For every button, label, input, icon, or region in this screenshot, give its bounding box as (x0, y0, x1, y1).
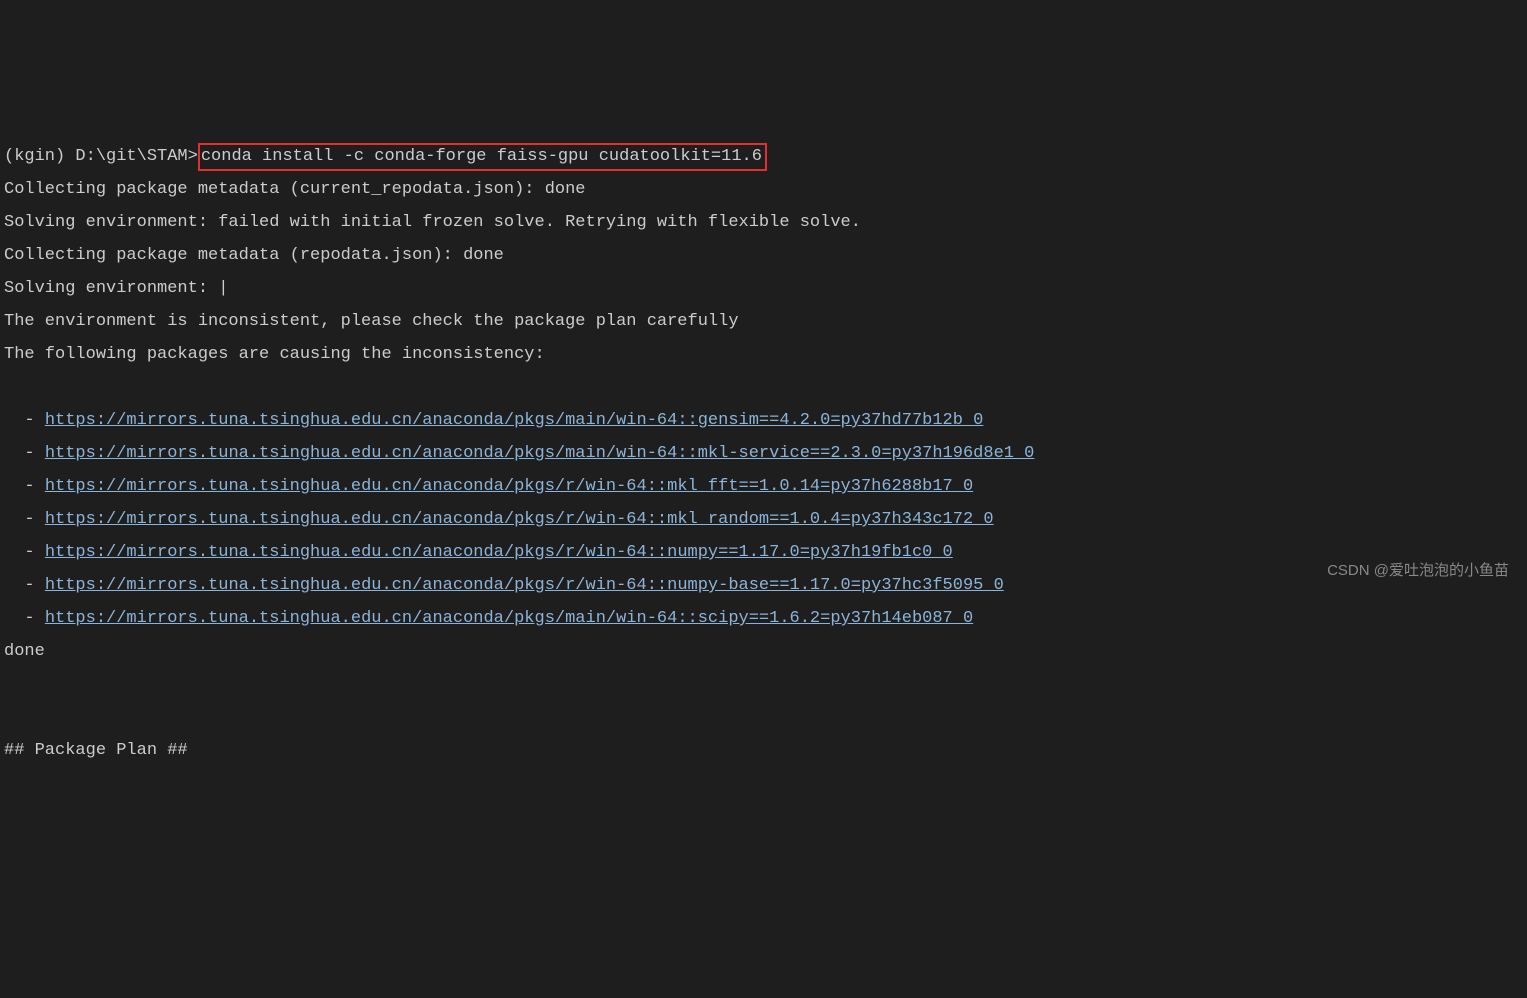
blank-line (4, 701, 1523, 734)
output-line: Solving environment: failed with initial… (4, 206, 1523, 239)
package-item: - https://mirrors.tuna.tsinghua.edu.cn/a… (4, 404, 1523, 437)
bullet: - (4, 411, 45, 430)
package-plan-header: ## Package Plan ## (4, 734, 1523, 767)
output-line: Collecting package metadata (current_rep… (4, 173, 1523, 206)
package-link[interactable]: https://mirrors.tuna.tsinghua.edu.cn/ana… (45, 477, 973, 496)
output-line: done (4, 635, 1523, 668)
shell-prompt: (kgin) D:\git\STAM> (4, 147, 198, 166)
package-link[interactable]: https://mirrors.tuna.tsinghua.edu.cn/ana… (45, 609, 973, 628)
package-item: - https://mirrors.tuna.tsinghua.edu.cn/a… (4, 569, 1523, 602)
output-line: The following packages are causing the i… (4, 338, 1523, 371)
package-item: - https://mirrors.tuna.tsinghua.edu.cn/a… (4, 536, 1523, 569)
package-item: - https://mirrors.tuna.tsinghua.edu.cn/a… (4, 503, 1523, 536)
bullet: - (4, 576, 45, 595)
output-line: Solving environment: | (4, 272, 1523, 305)
bullet: - (4, 444, 45, 463)
bullet: - (4, 609, 45, 628)
command-line: (kgin) D:\git\STAM>conda install -c cond… (4, 140, 1523, 173)
watermark: CSDN @爱吐泡泡的小鱼苗 (1327, 554, 1509, 587)
package-link[interactable]: https://mirrors.tuna.tsinghua.edu.cn/ana… (45, 444, 1035, 463)
package-item: - https://mirrors.tuna.tsinghua.edu.cn/a… (4, 602, 1523, 635)
package-link[interactable]: https://mirrors.tuna.tsinghua.edu.cn/ana… (45, 510, 994, 529)
package-item: - https://mirrors.tuna.tsinghua.edu.cn/a… (4, 437, 1523, 470)
bullet: - (4, 543, 45, 562)
package-link[interactable]: https://mirrors.tuna.tsinghua.edu.cn/ana… (45, 576, 1004, 595)
package-item: - https://mirrors.tuna.tsinghua.edu.cn/a… (4, 470, 1523, 503)
output-line: Collecting package metadata (repodata.js… (4, 239, 1523, 272)
package-link[interactable]: https://mirrors.tuna.tsinghua.edu.cn/ana… (45, 543, 953, 562)
command-highlight-box: conda install -c conda-forge faiss-gpu c… (198, 143, 767, 171)
package-link[interactable]: https://mirrors.tuna.tsinghua.edu.cn/ana… (45, 411, 984, 430)
bullet: - (4, 510, 45, 529)
blank-line (4, 371, 1523, 404)
blank-line (4, 668, 1523, 701)
output-line: The environment is inconsistent, please … (4, 305, 1523, 338)
bullet: - (4, 477, 45, 496)
